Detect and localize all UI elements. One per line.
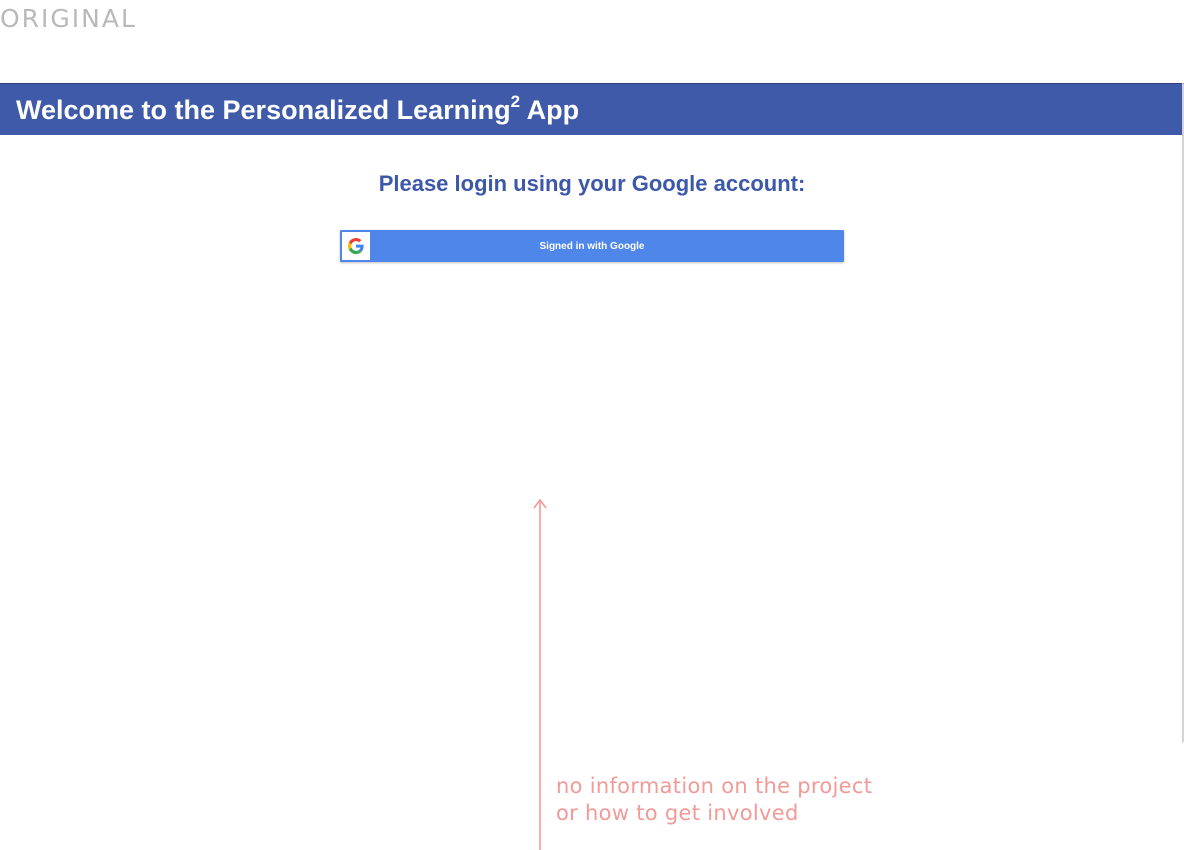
login-heading: Please login using your Google account: — [378, 171, 806, 196]
google-icon-container — [342, 232, 370, 260]
annotation-note: no information on the project or how to … — [556, 773, 872, 827]
page-title: Welcome to the Personalized Learning2 Ap… — [16, 91, 580, 126]
page-title-text: Welcome to the Personalized Learning — [16, 94, 511, 125]
annotation-line-2: or how to get involved — [556, 801, 799, 825]
app-header: Welcome to the Personalized Learning2 Ap… — [0, 84, 1182, 135]
page-title-superscript: 2 — [510, 91, 521, 111]
google-g-icon — [348, 238, 364, 254]
annotation-arrow-icon — [533, 498, 547, 850]
original-tag-label: ORIGINAL — [0, 4, 137, 33]
page: ORIGINAL Welcome to the Personalized Lea… — [0, 0, 1184, 850]
google-signin-button[interactable]: Signed in with Google — [340, 230, 844, 262]
page-title-suffix: App — [520, 94, 580, 125]
annotation-line-1: no information on the project — [556, 774, 873, 798]
google-button-label: Signed in with Google — [539, 240, 645, 252]
